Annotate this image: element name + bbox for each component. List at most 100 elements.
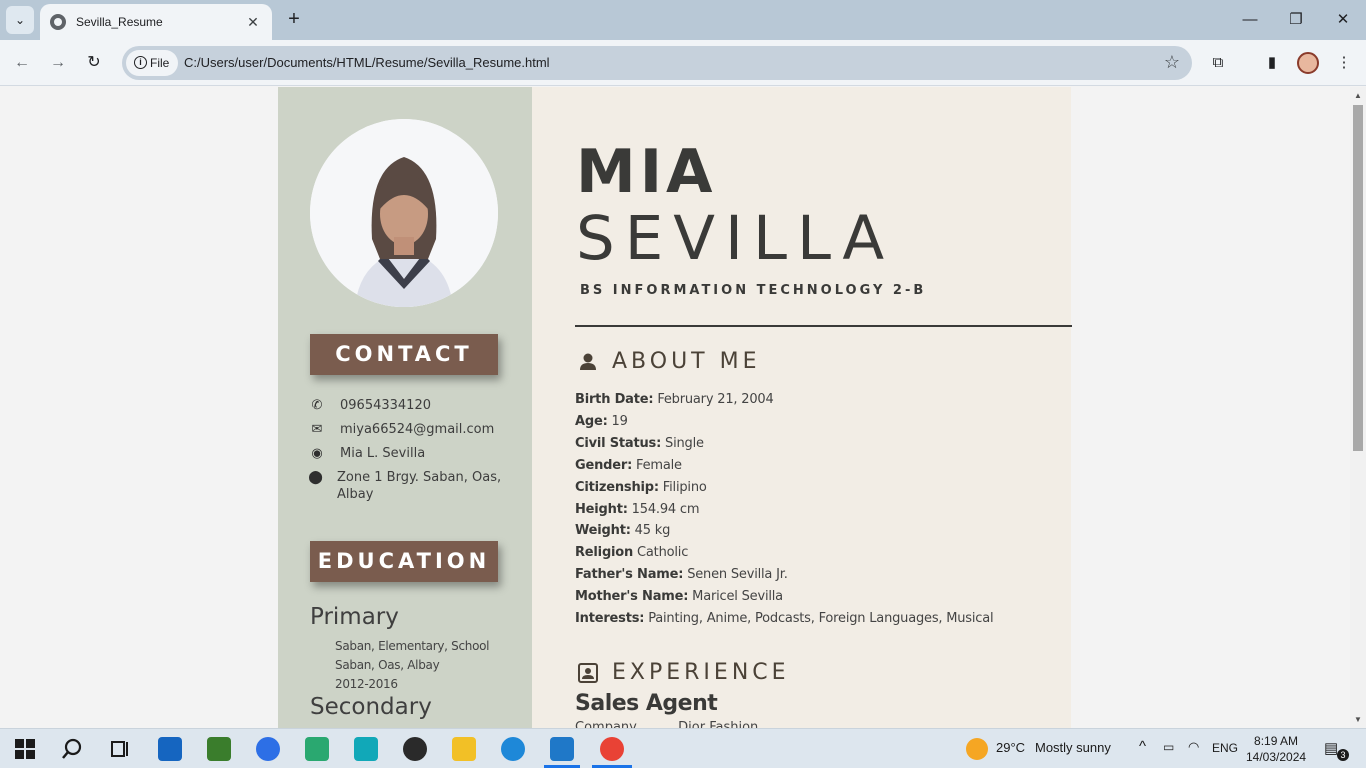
- contact-phone: ✆ 09654334120: [308, 397, 508, 414]
- about-height: Height: 154.94 cm: [575, 501, 700, 517]
- about-citizenship: Citizenship: Filipino: [575, 479, 707, 495]
- close-icon[interactable]: ✕: [244, 14, 262, 31]
- primary-heading: Primary: [310, 604, 399, 630]
- reload-icon[interactable]: ↻: [82, 51, 106, 75]
- minimize-icon[interactable]: —: [1238, 8, 1262, 32]
- browser-tab[interactable]: Sevilla_Resume ✕: [40, 4, 272, 40]
- url-text[interactable]: C:/Users/user/Documents/HTML/Resume/Sevi…: [184, 55, 550, 70]
- last-name: SEVILLA: [576, 203, 895, 274]
- contact-address: ⬤ Zone 1 Brgy. Saban, Oas, Albay: [308, 469, 508, 503]
- file-explorer-icon[interactable]: [452, 737, 476, 761]
- id-card-icon: [578, 663, 598, 683]
- about-birth-date: Birth Date: February 21, 2004: [575, 392, 774, 407]
- about-civil-status: Civil Status: Single: [575, 435, 704, 451]
- profile-photo: [310, 119, 498, 307]
- edge-icon[interactable]: [501, 737, 525, 761]
- resume-sidebar: CONTACT ✆ 09654334120 ✉ miya66524@gmail.…: [278, 87, 532, 728]
- primary-school: Saban, Elementary, School: [335, 639, 490, 653]
- about-mother: Mother's Name: Maricel Sevilla: [575, 589, 783, 605]
- tab-search-icon[interactable]: ⌄: [6, 6, 34, 34]
- mail-app-icon[interactable]: [158, 737, 182, 761]
- clock-time: 8:19 AM: [1254, 734, 1299, 748]
- about-details: Birth Date: February 21, 2004 Age: 19 Ci…: [575, 389, 994, 630]
- task-view-icon[interactable]: [108, 737, 132, 761]
- scroll-up-icon[interactable]: ▲: [1353, 91, 1363, 100]
- weather-text[interactable]: Mostly sunny: [1035, 740, 1111, 755]
- contact-messenger-text: Mia L. Sevilla: [340, 446, 426, 461]
- scroll-thumb[interactable]: [1353, 105, 1363, 451]
- extensions-icon[interactable]: ⧉: [1207, 52, 1229, 74]
- windows-start-icon[interactable]: [13, 737, 37, 761]
- url-omnibox[interactable]: i File C:/Users/user/Documents/HTML/Resu…: [122, 46, 1192, 80]
- app-icon[interactable]: [354, 737, 378, 761]
- file-chip-label: File: [150, 56, 170, 70]
- sticky-app-icon[interactable]: [207, 737, 231, 761]
- wifi-icon[interactable]: ◠: [1188, 739, 1199, 755]
- header-divider: [575, 325, 1072, 327]
- course-title: BS INFORMATION TECHNOLOGY 2-B: [580, 283, 927, 298]
- forward-icon[interactable]: →: [46, 51, 70, 75]
- tab-title: Sevilla_Resume: [76, 15, 163, 29]
- menu-icon[interactable]: ⋮: [1333, 52, 1355, 74]
- primary-details: Saban, Elementary, School Saban, Oas, Al…: [335, 637, 490, 694]
- contact-messenger: ◉ Mia L. Sevilla: [308, 445, 508, 462]
- about-gender: Gender: Female: [575, 457, 682, 473]
- clock-date: 14/03/2024: [1246, 750, 1307, 764]
- job-title: Sales Agent: [575, 691, 718, 716]
- globe-icon: [50, 14, 66, 30]
- job-subtitle: Company ..., ... Dior Fashion: [575, 720, 759, 728]
- weather-icon[interactable]: [966, 738, 988, 760]
- experience-heading: EXPERIENCE: [612, 660, 790, 685]
- contact-heading: CONTACT: [310, 334, 498, 375]
- language-indicator[interactable]: ENG: [1212, 741, 1238, 755]
- primary-place: Saban, Oas, Albay: [335, 658, 440, 672]
- plus-icon[interactable]: +: [282, 8, 306, 32]
- windows-taskbar: 29°C Mostly sunny ^ ▭ ◠ ENG 8:19 AM 14/0…: [0, 728, 1366, 768]
- search-icon[interactable]: [60, 737, 84, 761]
- media-player-icon[interactable]: [403, 737, 427, 761]
- profile-icon[interactable]: [1297, 52, 1319, 74]
- first-name: MIA: [576, 137, 717, 207]
- vscode-icon[interactable]: [550, 737, 574, 761]
- about-father: Father's Name: Senen Sevilla Jr.: [575, 567, 788, 583]
- about-weight: Weight: 45 kg: [575, 523, 671, 539]
- contact-email: ✉ miya66524@gmail.com: [308, 421, 508, 438]
- browser-tab-bar: ⌄ Sevilla_Resume ✕ + — ❐ ✕: [0, 0, 1366, 40]
- clock[interactable]: 8:19 AM 14/03/2024: [1246, 733, 1306, 765]
- secondary-heading: Secondary: [310, 694, 432, 720]
- site-info-chip[interactable]: i File: [126, 50, 178, 76]
- primary-years: 2012-2016: [335, 677, 398, 691]
- education-heading: EDUCATION: [310, 541, 498, 582]
- contact-list: ✆ 09654334120 ✉ miya66524@gmail.com ◉ Mi…: [308, 397, 508, 510]
- zoom-icon[interactable]: [256, 737, 280, 761]
- about-me-heading: ABOUT ME: [612, 349, 761, 374]
- star-icon[interactable]: ☆: [1164, 52, 1180, 73]
- back-icon[interactable]: ←: [10, 51, 34, 75]
- address-bar: ← → ↻ i File C:/Users/user/Documents/HTM…: [0, 40, 1366, 86]
- portrait-image: [310, 119, 498, 307]
- close-window-icon[interactable]: ✕: [1331, 8, 1355, 32]
- scroll-down-icon[interactable]: ▼: [1353, 715, 1363, 724]
- contact-address-text: Zone 1 Brgy. Saban, Oas, Albay: [337, 470, 502, 502]
- restore-icon[interactable]: ❐: [1284, 8, 1308, 32]
- contact-email-text: miya66524@gmail.com: [340, 422, 495, 437]
- page-scrollbar[interactable]: ▲ ▼: [1350, 87, 1366, 728]
- battery-icon[interactable]: ▭: [1163, 740, 1174, 754]
- location-icon: ⬤: [308, 470, 323, 485]
- about-age: Age: 19: [575, 413, 628, 429]
- meet-icon[interactable]: [305, 737, 329, 761]
- about-religion: Religion Catholic: [575, 545, 689, 561]
- notification-count: 3: [1337, 749, 1349, 761]
- person-icon: [580, 353, 596, 370]
- phone-icon: ✆: [311, 398, 323, 413]
- messenger-icon: ◉: [311, 446, 323, 461]
- mail-icon: ✉: [311, 422, 323, 437]
- weather-temp[interactable]: 29°C: [996, 740, 1025, 755]
- contact-phone-text: 09654334120: [340, 398, 431, 413]
- side-panel-icon[interactable]: ▮: [1261, 52, 1283, 74]
- chrome-icon[interactable]: [600, 737, 624, 761]
- page-viewport: CONTACT ✆ 09654334120 ✉ miya66524@gmail.…: [0, 87, 1350, 728]
- about-interests: Interests: Painting, Anime, Podcasts, Fo…: [575, 611, 994, 627]
- chevron-up-icon[interactable]: ^: [1139, 738, 1146, 755]
- resume-main: MIA SEVILLA BS INFORMATION TECHNOLOGY 2-…: [532, 87, 1072, 728]
